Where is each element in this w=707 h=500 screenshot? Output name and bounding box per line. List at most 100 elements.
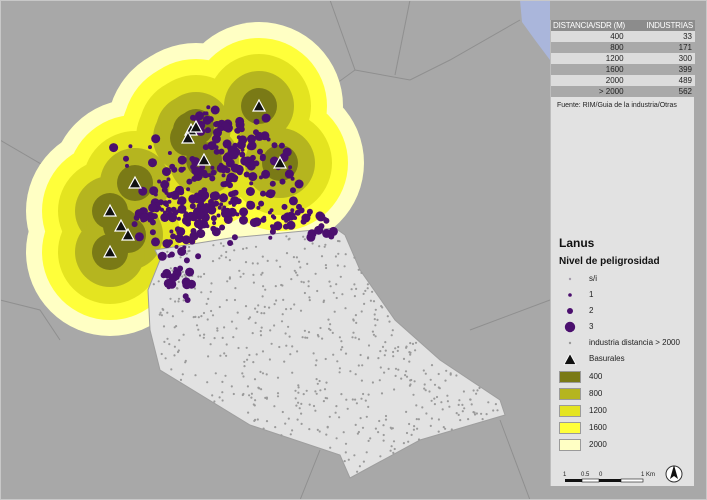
industry-point (322, 400, 325, 403)
industry-point (262, 285, 265, 288)
industry-point (128, 144, 133, 149)
industry-point (353, 295, 356, 298)
industry-point (169, 267, 172, 270)
industry-point (206, 105, 211, 110)
industry-point (271, 142, 278, 149)
industry-point (181, 270, 184, 273)
industry-point (445, 369, 448, 372)
industry-point (414, 341, 418, 344)
industry-point (429, 424, 432, 427)
industry-point (176, 216, 181, 221)
industry-point (323, 245, 326, 248)
dot-icon (564, 321, 576, 333)
industry-point (472, 389, 475, 392)
industry-point (372, 333, 375, 336)
industry-point (260, 190, 266, 197)
industry-point (204, 111, 209, 116)
industry-point (481, 418, 484, 421)
industry-point (148, 203, 158, 213)
industry-point (212, 201, 217, 206)
industry-point (354, 423, 357, 426)
industry-point (178, 250, 183, 255)
industry-point (203, 272, 206, 276)
industry-point (210, 309, 213, 313)
industry-point (207, 297, 210, 300)
industry-point (246, 385, 249, 388)
industry-point (242, 272, 245, 275)
industry-point (213, 337, 216, 340)
industry-point (270, 342, 273, 345)
industry-point (261, 350, 265, 353)
industry-point (221, 173, 226, 178)
industry-point (315, 378, 318, 381)
industry-point (463, 407, 466, 410)
industry-point (413, 425, 416, 428)
industry-point (197, 328, 200, 331)
industry-point (210, 282, 213, 285)
industry-point (446, 394, 449, 397)
industry-point (234, 287, 237, 290)
industry-point (202, 311, 206, 315)
industry-point (202, 144, 209, 151)
industry-point (319, 326, 322, 330)
industry-point (307, 280, 310, 283)
industry-point (239, 207, 249, 217)
industry-point (230, 163, 240, 173)
legend-item-level-2: 2 (559, 304, 689, 318)
industry-point (389, 426, 392, 429)
industry-point (221, 380, 224, 383)
industry-point (267, 210, 272, 215)
industry-point (296, 418, 299, 421)
industry-point (417, 438, 421, 441)
industry-point (351, 336, 354, 339)
industry-point (329, 285, 332, 288)
industry-point (269, 180, 276, 187)
industry-point (394, 367, 398, 370)
legend-item-si: s/i (559, 272, 689, 286)
industry-point (254, 418, 257, 421)
industry-point (276, 395, 280, 398)
industry-point (228, 259, 231, 262)
industry-point (351, 398, 354, 401)
industry-point (220, 254, 223, 257)
industry-point (160, 352, 163, 356)
industry-point (167, 199, 172, 204)
industry-point (261, 372, 265, 375)
industry-point (390, 334, 393, 337)
industry-point (384, 418, 388, 421)
industry-point (296, 350, 299, 353)
industry-point (251, 332, 254, 335)
industry-point (278, 345, 281, 349)
industry-point (291, 371, 294, 374)
industry-point (185, 267, 195, 277)
industry-point (336, 264, 339, 267)
industry-point (174, 244, 179, 249)
industry-point (423, 387, 426, 390)
industry-point (266, 259, 269, 262)
industry-point (326, 425, 329, 428)
industry-point (259, 334, 263, 337)
industry-point (306, 232, 316, 242)
industry-point (354, 314, 357, 317)
industry-point (183, 273, 186, 276)
industry-point (193, 219, 203, 229)
industry-point (241, 372, 244, 375)
industry-point (311, 242, 314, 245)
industry-point (405, 375, 409, 378)
industry-point (300, 412, 303, 415)
industry-point (149, 229, 156, 236)
industry-point (381, 306, 384, 309)
scale-label: 1 Km (641, 472, 655, 478)
industry-point (218, 257, 221, 260)
industry-point (380, 392, 384, 395)
industry-point (261, 169, 271, 179)
industry-point (344, 352, 348, 355)
industry-point (437, 386, 440, 389)
industry-point (341, 346, 344, 349)
table-row: 2000 489 (551, 75, 695, 86)
industry-point (256, 262, 259, 265)
industry-point (430, 417, 433, 420)
industry-point (304, 336, 307, 339)
dot-icon (568, 277, 572, 281)
industry-point (274, 285, 277, 288)
